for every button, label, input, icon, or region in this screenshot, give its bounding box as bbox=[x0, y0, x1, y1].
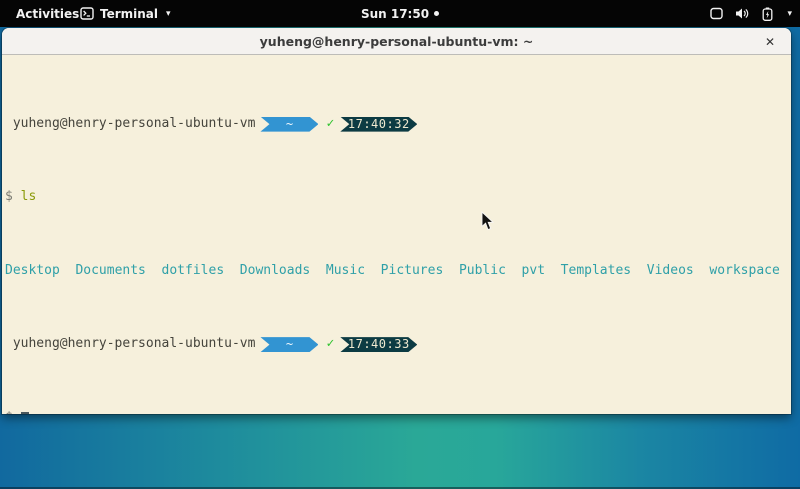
notification-dot-icon bbox=[434, 11, 439, 16]
directory-entry: Pictures bbox=[381, 264, 444, 279]
mouse-cursor-icon bbox=[481, 211, 494, 235]
terminal-content[interactable]: yuheng@henry-personal-ubuntu-vm ~ ✓ 17:4… bbox=[2, 55, 791, 413]
prompt-line: yuheng@henry-personal-ubuntu-vm ~ ✓ 17:4… bbox=[5, 337, 788, 352]
clock-menu[interactable]: Sun 17:50 bbox=[0, 0, 800, 27]
terminal-window: yuheng@henry-personal-ubuntu-vm: ~ ✕ yuh… bbox=[2, 28, 791, 414]
directory-entry: Music bbox=[326, 264, 365, 279]
text-cursor bbox=[21, 412, 29, 414]
directory-entry: Templates bbox=[561, 264, 631, 279]
prompt-time-segment: 17:40:33 bbox=[340, 337, 417, 352]
directory-entry: Documents bbox=[75, 264, 145, 279]
window-title: yuheng@henry-personal-ubuntu-vm: ~ bbox=[260, 34, 534, 49]
prompt-line: yuheng@henry-personal-ubuntu-vm ~ ✓ 17:4… bbox=[5, 117, 788, 132]
active-command-line[interactable]: $ bbox=[5, 411, 788, 414]
prompt-char: $ bbox=[5, 190, 13, 205]
volume-icon bbox=[735, 7, 750, 20]
close-button[interactable]: ✕ bbox=[759, 28, 781, 55]
prompt-user-host: yuheng@henry-personal-ubuntu-vm bbox=[13, 117, 256, 132]
directory-entry: pvt bbox=[522, 264, 545, 279]
directory-entry: Videos bbox=[647, 264, 694, 279]
command-line: $ ls bbox=[5, 190, 788, 205]
prompt-char: $ bbox=[5, 411, 13, 414]
titlebar[interactable]: yuheng@henry-personal-ubuntu-vm: ~ ✕ bbox=[2, 28, 791, 55]
command-text: ls bbox=[21, 190, 37, 205]
prompt-user-host: yuheng@henry-personal-ubuntu-vm bbox=[13, 337, 256, 352]
prompt-status-check-icon: ✓ bbox=[326, 117, 334, 132]
clock-label: Sun 17:50 bbox=[361, 7, 429, 21]
directory-entry: Downloads bbox=[240, 264, 310, 279]
directory-entry: workspace bbox=[709, 264, 779, 279]
desktop-background: Activities Terminal ▾ Sun 17:50 bbox=[0, 0, 800, 489]
system-status-area[interactable]: ▾ bbox=[710, 0, 792, 27]
chevron-down-icon: ▾ bbox=[787, 9, 792, 19]
prompt-cwd-segment: ~ bbox=[260, 117, 318, 132]
display-icon bbox=[710, 7, 723, 20]
directory-entry: dotfiles bbox=[162, 264, 225, 279]
prompt-status-check-icon: ✓ bbox=[326, 337, 334, 352]
prompt-cwd-segment: ~ bbox=[260, 337, 318, 352]
battery-charging-icon bbox=[762, 7, 773, 21]
directory-entry: Desktop bbox=[5, 264, 60, 279]
top-bar: Activities Terminal ▾ Sun 17:50 bbox=[0, 0, 800, 27]
directory-entry: Public bbox=[459, 264, 506, 279]
prompt-time-segment: 17:40:32 bbox=[340, 117, 417, 132]
ls-output-line: Desktop Documents dotfiles Downloads Mus… bbox=[5, 264, 788, 279]
